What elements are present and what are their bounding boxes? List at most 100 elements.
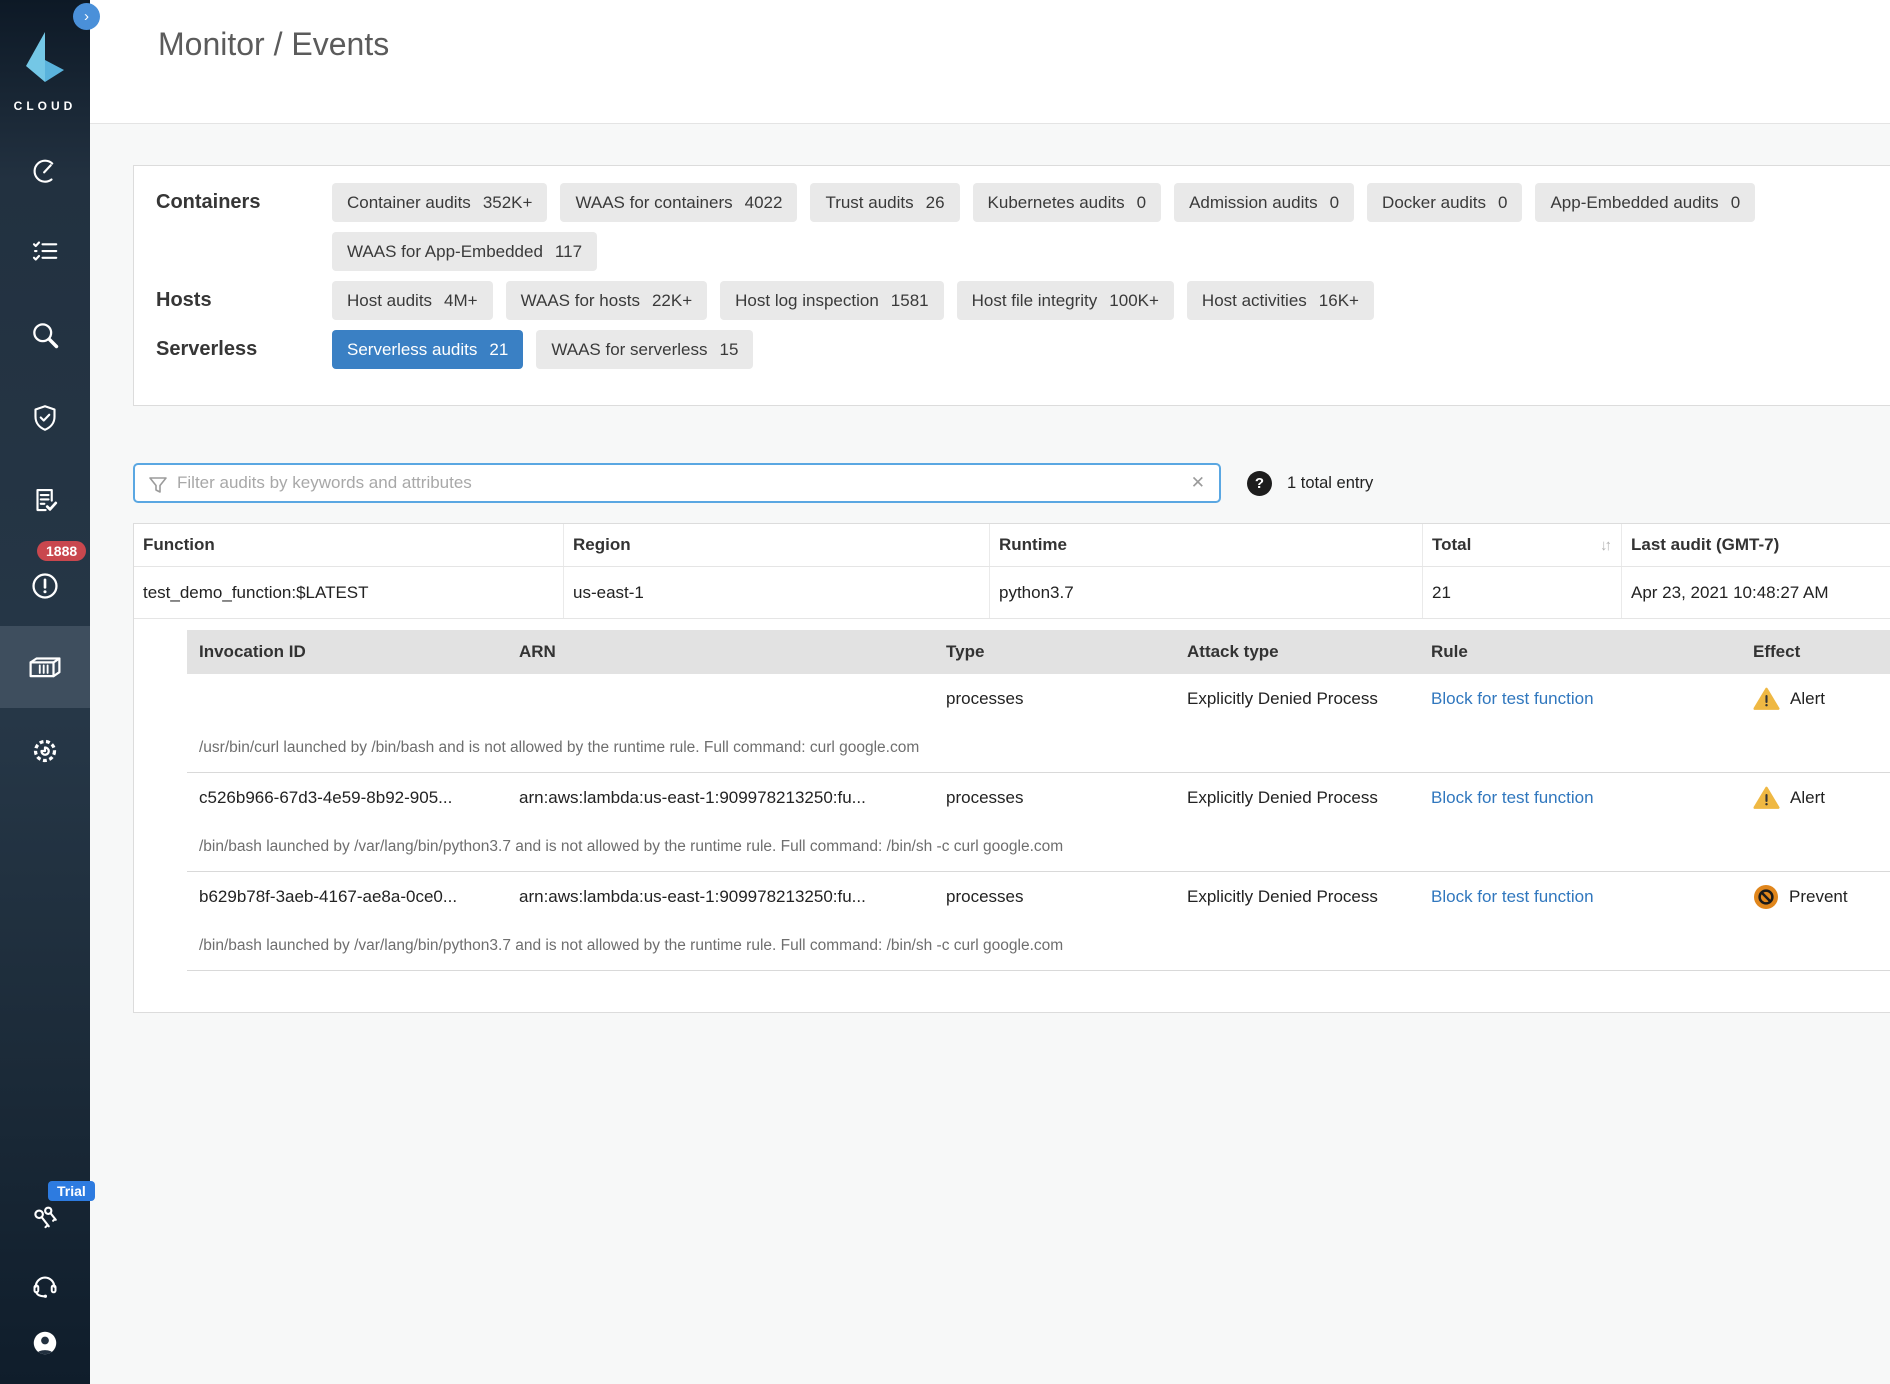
- column-runtime[interactable]: Runtime: [990, 524, 1423, 566]
- sidebar-item-profile[interactable]: [0, 1320, 90, 1366]
- audit-row[interactable]: processesExplicitly Denied ProcessBlock …: [187, 674, 1890, 724]
- chip-count: 21: [489, 340, 508, 360]
- chip-wrap: Serverless audits 21 WAAS for serverless15: [332, 330, 1880, 369]
- function-region: us-east-1: [564, 567, 990, 618]
- column-total-label: Total: [1432, 535, 1471, 555]
- filter-chip-container-audits[interactable]: Container audits352K+: [332, 183, 547, 222]
- invocations-table-header: Invocation ID ARN Type Attack type Rule …: [187, 630, 1890, 674]
- audit-rule: Block for test function: [1431, 689, 1753, 709]
- effect-label: Prevent: [1789, 887, 1848, 907]
- function-name: test_demo_function:$LATEST: [134, 567, 564, 618]
- clear-filter-icon[interactable]: ✕: [1191, 473, 1205, 493]
- filter-chip-waas-for-containers[interactable]: WAAS for containers4022: [560, 183, 797, 222]
- chip-count: 22K+: [652, 291, 692, 311]
- audit-effect: Alert: [1753, 687, 1890, 711]
- chip-label: Serverless audits: [347, 340, 477, 360]
- sidebar-item-checklist[interactable]: [0, 228, 90, 274]
- sidebar-expand-button[interactable]: ›: [73, 3, 100, 30]
- audit-row[interactable]: b629b78f-3aeb-4167-ae8a-0ce0...arn:aws:l…: [187, 872, 1890, 922]
- filter-chip-host-activities[interactable]: Host activities16K+: [1187, 281, 1374, 320]
- keys-icon: [30, 1203, 60, 1233]
- alert-triangle-icon: [1753, 687, 1780, 711]
- chip-label: Kubernetes audits: [988, 193, 1125, 213]
- gauge-icon: [30, 155, 60, 185]
- app-logo[interactable]: CLOUD: [0, 30, 90, 113]
- filter-chip-waas-for-serverless[interactable]: WAAS for serverless15: [536, 330, 753, 369]
- chip-label: WAAS for containers: [575, 193, 732, 213]
- sidebar-item-gear-wrench[interactable]: [0, 728, 90, 774]
- help-icon[interactable]: ?: [1247, 471, 1272, 496]
- filter-chip-waas-for-hosts[interactable]: WAAS for hosts22K+: [506, 281, 708, 320]
- audit-arn: arn:aws:lambda:us-east-1:909978213250:fu…: [519, 788, 946, 808]
- headset-icon: [30, 1270, 60, 1300]
- profile-icon: [30, 1328, 60, 1358]
- filter-chip-host-file-integrity[interactable]: Host file integrity 100K+: [957, 281, 1174, 320]
- column-region[interactable]: Region: [564, 524, 990, 566]
- column-invocation-id: Invocation ID: [187, 642, 519, 662]
- chip-label: Host log inspection: [735, 291, 879, 311]
- column-type: Type: [946, 642, 1187, 662]
- chip-label: Host audits: [347, 291, 432, 311]
- column-effect: Effect: [1753, 642, 1890, 662]
- chip-count: 100K+: [1109, 291, 1159, 311]
- sidebar-item-shield-check[interactable]: [0, 395, 90, 441]
- chip-label: Admission audits: [1189, 193, 1318, 213]
- sidebar-item-container[interactable]: [0, 626, 90, 708]
- chip-label: Container audits: [347, 193, 471, 213]
- search-icon: [29, 319, 61, 351]
- column-function[interactable]: Function: [134, 524, 564, 566]
- column-total[interactable]: Total ↓↑: [1423, 524, 1622, 566]
- sidebar: › CLOUD 1888 Trial: [0, 0, 90, 1384]
- rule-link[interactable]: Block for test function: [1431, 788, 1594, 807]
- search-input[interactable]: [135, 465, 1219, 501]
- filter-group-hosts: HostsHost audits4M+WAAS for hosts22K+Hos…: [156, 281, 1880, 320]
- sidebar-item-document-check[interactable]: [0, 477, 90, 523]
- audit-type: processes: [946, 788, 1187, 808]
- audit-row[interactable]: c526b966-67d3-4e59-8b92-905...arn:aws:la…: [187, 773, 1890, 823]
- filter-chip-admission-audits[interactable]: Admission audits 0: [1174, 183, 1354, 222]
- alert-icon: [29, 570, 61, 602]
- container-icon: [28, 652, 62, 682]
- sidebar-item-keys[interactable]: [0, 1195, 90, 1241]
- search-row: ✕ ? 1 total entry: [133, 463, 1373, 503]
- chip-label: Docker audits: [1382, 193, 1486, 213]
- prisma-cloud-console: › CLOUD 1888 Trial Monitor / Events Cont…: [0, 0, 1890, 1384]
- chip-wrap: Host audits 4M+ WAAS for hosts22K+ Host log…: [332, 281, 1880, 320]
- chip-label: WAAS for serverless: [551, 340, 707, 360]
- sidebar-item-search[interactable]: [0, 312, 90, 358]
- filter-chip-serverless-audits[interactable]: Serverless audits 21: [332, 330, 523, 369]
- sort-icon[interactable]: ↓↑: [1600, 537, 1621, 554]
- filter-chip-host-log-inspection[interactable]: Host log inspection1581: [720, 281, 943, 320]
- filter-chip-kubernetes-audits[interactable]: Kubernetes audits0: [973, 183, 1162, 222]
- function-row[interactable]: test_demo_function:$LATEST us-east-1 pyt…: [134, 567, 1890, 619]
- chip-label: App-Embedded audits: [1550, 193, 1718, 213]
- chip-count: 4M+: [444, 291, 478, 311]
- column-arn: ARN: [519, 642, 946, 662]
- document-check-icon: [30, 485, 60, 515]
- filter-chip-trust-audits[interactable]: Trust audits26: [810, 183, 959, 222]
- audit-attack-type: Explicitly Denied Process: [1187, 788, 1431, 808]
- chip-label: Host file integrity: [972, 291, 1098, 311]
- chip-wrap: Container audits352K+ WAAS for containers…: [332, 183, 1880, 271]
- checklist-icon: [30, 236, 60, 266]
- audits-table-card: Function Region Runtime Total ↓↑ Last au…: [133, 523, 1890, 1013]
- audit-message: /usr/bin/curl launched by /bin/bash and …: [187, 724, 1890, 773]
- chip-count: 0: [1330, 193, 1339, 213]
- filter-chip-host-audits[interactable]: Host audits 4M+: [332, 281, 493, 320]
- rule-link[interactable]: Block for test function: [1431, 689, 1594, 708]
- sidebar-item-headset[interactable]: [0, 1262, 90, 1308]
- rule-link[interactable]: Block for test function: [1431, 887, 1594, 906]
- chip-label: WAAS for App-Embedded: [347, 242, 543, 262]
- filter-chip-docker-audits[interactable]: Docker audits0: [1367, 183, 1522, 222]
- column-last-audit[interactable]: Last audit (GMT-7): [1622, 524, 1890, 566]
- sidebar-item-gauge[interactable]: [0, 147, 90, 193]
- sidebar-item-alert[interactable]: [0, 563, 90, 609]
- chip-count: 26: [926, 193, 945, 213]
- audit-type: processes: [946, 689, 1187, 709]
- filter-chip-app-embedded-audits[interactable]: App-Embedded audits0: [1535, 183, 1755, 222]
- gear-wrench-icon: [30, 736, 60, 766]
- notification-badge: 1888: [37, 541, 86, 561]
- filter-group-containers: ContainersContainer audits352K+WAAS for …: [156, 183, 1880, 271]
- function-last-audit: Apr 23, 2021 10:48:27 AM: [1622, 567, 1890, 618]
- filter-chip-waas-for-app-embedded[interactable]: WAAS for App-Embedded117: [332, 232, 597, 271]
